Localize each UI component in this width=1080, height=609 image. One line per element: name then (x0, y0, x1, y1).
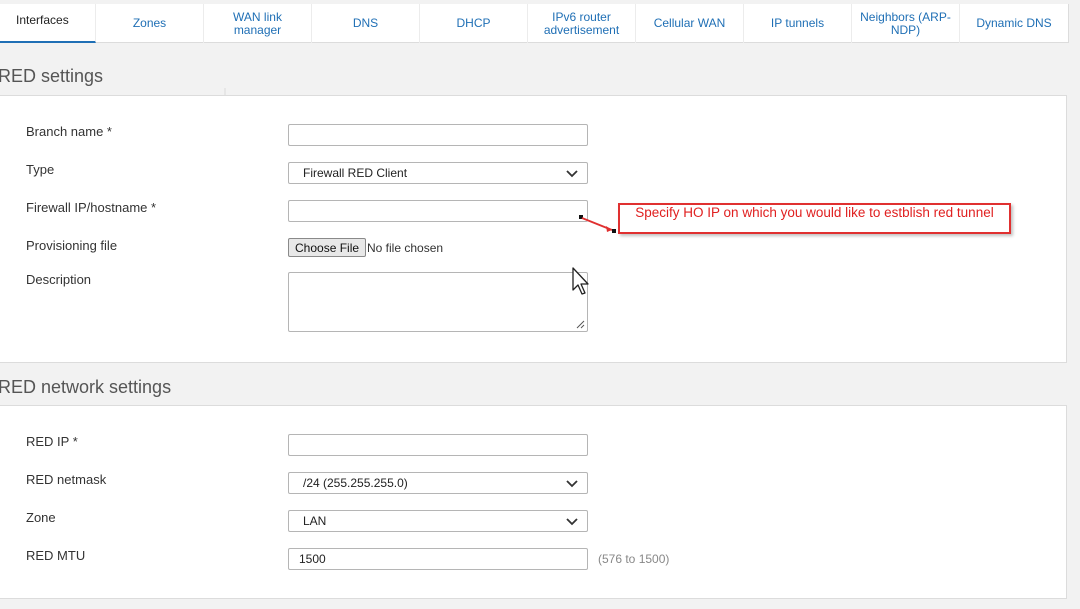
red-network-settings-title: RED network settings (0, 377, 172, 397)
file-status-text: No file chosen (367, 241, 444, 255)
red-ip-input[interactable] (288, 434, 588, 456)
tab-dhcp[interactable]: DHCP (420, 0, 528, 43)
tab-ip-tunnels[interactable]: IP tunnels (744, 0, 852, 43)
tab-ipv6-router-advertisement[interactable]: IPv6 router advertisement (528, 0, 636, 43)
firewall-ip-input[interactable] (288, 200, 588, 222)
red-mtu-label: RED MTU (26, 548, 86, 563)
tab-bar: Interfaces Zones WAN link manager DNS DH… (0, 0, 1069, 43)
red-settings-title: RED settings (0, 66, 104, 86)
top-strip (0, 0, 1069, 4)
chevron-down-icon (566, 518, 578, 526)
type-select-value: Firewall RED Client (303, 166, 408, 180)
annotation-callout: Specify HO IP on which you would like to… (618, 203, 1011, 234)
branch-name-label: Branch name * (26, 124, 112, 139)
tab-dynamic-dns[interactable]: Dynamic DNS (960, 0, 1068, 43)
tab-neighbors[interactable]: Neighbors (ARP-NDP) (852, 0, 960, 43)
annotation-arrow-icon (579, 215, 616, 233)
tab-dns[interactable]: DNS (312, 0, 420, 43)
branch-name-input[interactable] (288, 124, 588, 146)
firewall-ip-label: Firewall IP/hostname * (26, 200, 157, 215)
type-label: Type (26, 162, 55, 177)
type-select[interactable]: Firewall RED Client (288, 162, 588, 184)
zone-select[interactable]: LAN (288, 510, 588, 532)
description-textarea[interactable] (288, 272, 588, 332)
mouse-cursor-icon (572, 267, 589, 295)
red-netmask-value: /24 (255.255.255.0) (303, 476, 408, 490)
tab-cellular-wan[interactable]: Cellular WAN (636, 0, 744, 43)
tab-interfaces[interactable]: Interfaces (0, 0, 96, 43)
resize-grip-icon[interactable] (575, 319, 585, 329)
tab-wan-link-manager[interactable]: WAN link manager (204, 0, 312, 43)
red-ip-label: RED IP * (26, 434, 78, 449)
zone-label: Zone (26, 510, 56, 525)
red-netmask-select[interactable]: /24 (255.255.255.0) (288, 472, 588, 494)
choose-file-button[interactable]: Choose File (288, 238, 367, 257)
description-label: Description (26, 272, 92, 287)
chevron-down-icon (566, 480, 578, 488)
tab-zones[interactable]: Zones (96, 0, 204, 43)
red-netmask-label: RED netmask (26, 472, 107, 487)
provisioning-file-label: Provisioning file (26, 238, 118, 253)
red-mtu-hint: (576 to 1500) (598, 552, 670, 566)
zone-select-value: LAN (303, 514, 327, 528)
red-mtu-input[interactable]: 1500 (288, 548, 588, 570)
chevron-down-icon (566, 170, 578, 178)
